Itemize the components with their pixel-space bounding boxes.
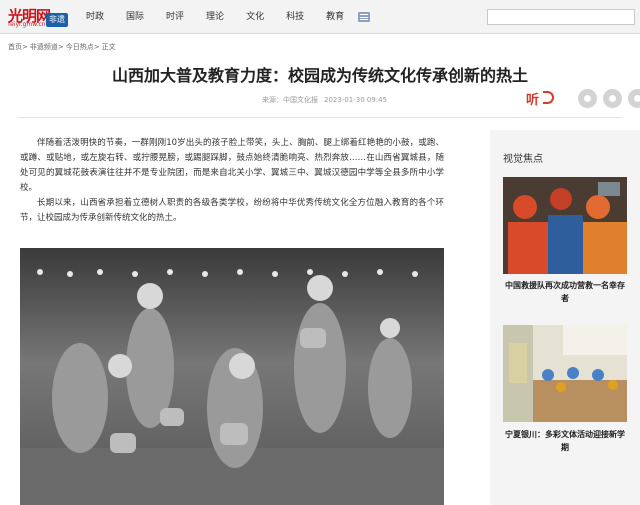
nav-item-culture[interactable]: 文化	[246, 0, 264, 34]
nav-item-international[interactable]: 国际	[126, 0, 144, 34]
search-input[interactable]	[487, 9, 635, 25]
share-bar	[578, 89, 640, 108]
nav-item-technology[interactable]: 科技	[286, 0, 304, 34]
breadcrumb: 首页> 非遗频道> 今日热点> 正文	[8, 42, 118, 52]
breadcrumb-current: 正文	[101, 43, 116, 51]
site-logo[interactable]: 光明网 feiyi.gmw.cn 非遗	[8, 5, 68, 29]
breadcrumb-channel[interactable]: 非遗频道>	[30, 42, 64, 52]
article-body: 伴随着活泼明快的节奏，一群刚刚10岁出头的孩子脸上带笑，头上、胸前、腿上绑着红艳…	[20, 136, 444, 226]
breadcrumb-home[interactable]: 首页>	[8, 42, 28, 52]
sidebar-item-caption[interactable]: 中国救援队再次成功营救一名幸存者	[503, 279, 627, 305]
logo-url: feiyi.gmw.cn	[8, 21, 46, 28]
article-paragraph: 伴随着活泼明快的节奏，一群刚刚10岁出头的孩子脸上带笑，头上、胸前、腿上绑着红艳…	[20, 138, 444, 193]
favorite-icon[interactable]	[578, 89, 597, 108]
listen-button[interactable]: 听	[526, 88, 554, 108]
weibo-share-icon[interactable]	[628, 89, 640, 108]
title-divider	[18, 117, 622, 118]
article-photo-drum-dancers	[20, 248, 444, 505]
channel-badge: 非遗	[46, 13, 68, 27]
listen-label: 听	[526, 93, 540, 108]
nav-item-politics[interactable]: 时政	[86, 0, 104, 34]
nav-item-commentary[interactable]: 时评	[166, 0, 184, 34]
breadcrumb-hot[interactable]: 今日热点>	[66, 42, 100, 52]
article-title: 山西加大普及教育力度：校园成为传统文化传承创新的热土	[111, 66, 528, 85]
rescue-team-photo[interactable]	[503, 177, 627, 274]
sidebar-title: 视觉焦点	[503, 154, 543, 165]
top-navigation-bar: 光明网 feiyi.gmw.cn 非遗 时政 国际 时评 理论 文化 科技 教育	[0, 0, 640, 34]
article-date: 2023-01-30 09:45	[324, 96, 388, 104]
sound-wave-icon	[543, 91, 554, 104]
sidebar-visual-focus: 视觉焦点 中国救援队再次成功营救一名幸存者 宁夏银川：多彩文体活动迎接新学期	[490, 130, 640, 505]
article-meta: 来源：中国文化报 2023-01-30 09:45	[262, 95, 387, 105]
nav-item-theory[interactable]: 理论	[206, 0, 224, 34]
classroom-photo[interactable]	[503, 325, 627, 422]
nav-item-education[interactable]: 教育	[326, 0, 344, 34]
article-paragraph: 长期以来，山西省承担着立德树人职责的各级各类学校，纷纷将中华优秀传统文化全方位融…	[20, 198, 444, 223]
main-nav: 时政 国际 时评 理论 文化 科技 教育	[86, 0, 366, 34]
wechat-share-icon[interactable]	[603, 89, 622, 108]
menu-more-icon[interactable]	[358, 12, 370, 22]
article-source: 来源：中国文化报	[262, 96, 318, 104]
sidebar-item-caption[interactable]: 宁夏银川：多彩文体活动迎接新学期	[503, 428, 627, 454]
